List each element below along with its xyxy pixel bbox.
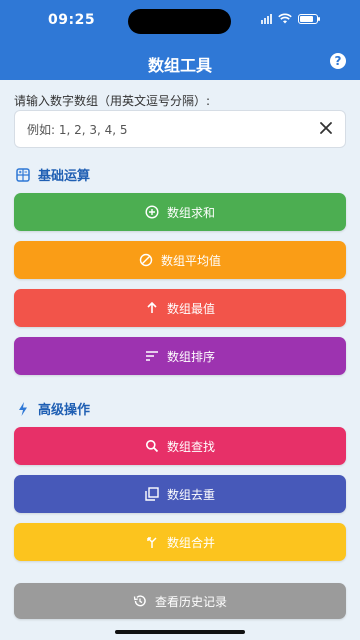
copy-icon	[145, 487, 159, 501]
section-basic-title: 基础运算	[38, 169, 91, 184]
array-input[interactable]	[25, 111, 309, 149]
merge-button[interactable]: 数组合并	[14, 523, 346, 561]
bolt-icon	[19, 401, 27, 416]
camera-notch	[128, 9, 231, 34]
merge-icon	[147, 537, 157, 548]
section-basic: 基础运算	[16, 165, 90, 184]
clear-icon[interactable]	[319, 121, 333, 135]
arrow-up-icon	[147, 301, 157, 313]
sort-button[interactable]: 数组排序	[14, 337, 346, 375]
wifi-icon	[278, 13, 292, 24]
help-icon[interactable]: ?	[330, 53, 346, 69]
search-icon	[145, 440, 159, 453]
page-title: 数组工具	[147, 56, 212, 75]
search-button-label: 数组查找	[166, 439, 215, 454]
add-circle-icon	[145, 205, 159, 219]
history-button[interactable]: 查看历史记录	[14, 583, 346, 619]
max-min-button-label: 数组最值	[166, 301, 215, 316]
dedupe-button-label: 数组去重	[166, 487, 215, 502]
input-prompt: 请输入数字数组（用英文逗号分隔）:	[14, 94, 211, 108]
sort-button-label: 数组排序	[166, 349, 215, 364]
max-min-button[interactable]: 数组最值	[14, 289, 346, 327]
average-button-label: 数组平均值	[160, 253, 221, 268]
search-button[interactable]: 数组查找	[14, 427, 346, 465]
status-time: 09:25	[48, 12, 96, 28]
battery-icon	[298, 13, 320, 24]
sum-button[interactable]: 数组求和	[14, 193, 346, 231]
section-advanced: 高级操作	[16, 399, 90, 418]
average-button[interactable]: 数组平均值	[14, 241, 346, 279]
sum-button-label: 数组求和	[166, 205, 215, 220]
dedupe-button[interactable]: 数组去重	[14, 475, 346, 513]
home-indicator[interactable]	[115, 630, 245, 634]
signal-icon	[261, 13, 272, 24]
history-button-label: 查看历史记录	[154, 594, 227, 609]
merge-button-label: 数组合并	[166, 535, 215, 550]
history-icon	[133, 595, 146, 607]
average-icon	[139, 253, 153, 267]
array-input-box	[14, 110, 346, 149]
status-icons	[261, 13, 320, 24]
status-bar: 09:25	[0, 0, 360, 42]
sort-icon	[145, 351, 158, 361]
section-advanced-title: 高级操作	[38, 403, 91, 418]
calculator-icon	[16, 167, 30, 182]
app-header: 09:25 数组工具 ?	[0, 0, 360, 80]
